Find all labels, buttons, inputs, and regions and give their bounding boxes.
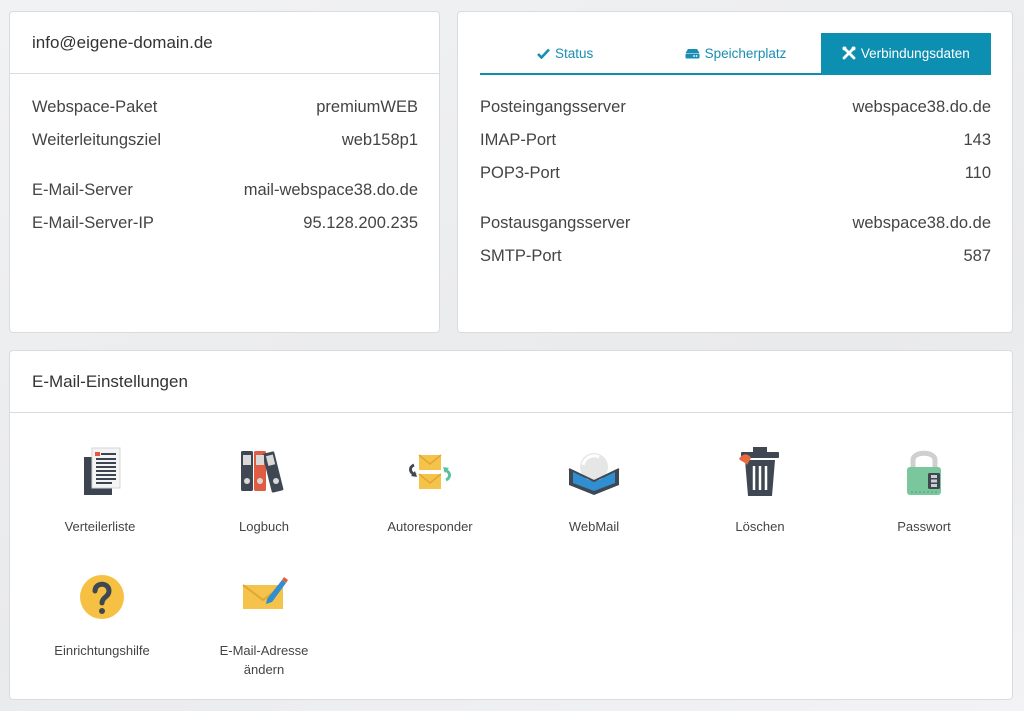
info-row-weiterleitungsziel: Weiterleitungsziel web158p1 bbox=[32, 131, 418, 150]
tile-label: Autoresponder bbox=[387, 519, 473, 534]
tile-label: Logbuch bbox=[239, 519, 289, 534]
info-value: 143 bbox=[963, 131, 991, 149]
info-row-webspace-paket: Webspace-Paket premiumWEB bbox=[32, 98, 418, 117]
help-icon bbox=[80, 575, 124, 619]
tile-autoresponder[interactable]: Autoresponder bbox=[340, 443, 520, 536]
info-row-pop3-port: POP3-Port 110 bbox=[480, 164, 991, 183]
tab-label: Status bbox=[555, 45, 594, 61]
info-label: Weiterleitungsziel bbox=[32, 131, 162, 149]
info-row-posteingangsserver: Posteingangsserver webspace38.do.de bbox=[480, 98, 991, 117]
tile-verteilerliste[interactable]: Verteilerliste bbox=[10, 443, 190, 536]
info-row-email-server: E-Mail-Server mail-webspace38.do.de bbox=[32, 181, 418, 200]
account-email-title: info@eigene-domain.de bbox=[10, 12, 439, 74]
tab-label: Verbindungsdaten bbox=[860, 45, 970, 61]
account-card: info@eigene-domain.de Webspace-Paket pre… bbox=[9, 11, 440, 333]
info-row-postausgangsserver: Postausgangsserver webspace38.do.de bbox=[480, 214, 991, 233]
webmail-icon bbox=[568, 453, 620, 495]
tile-label: E-Mail-Adresse ändern bbox=[219, 643, 309, 677]
envelope-edit-icon bbox=[242, 577, 288, 609]
tile-label: WebMail bbox=[568, 519, 620, 534]
tab-status[interactable]: Status bbox=[480, 33, 650, 73]
tile-label: Verteilerliste bbox=[64, 519, 136, 534]
tile-einrichtungshilfe[interactable]: Einrichtungshilfe bbox=[12, 567, 192, 660]
info-label: IMAP-Port bbox=[480, 131, 557, 149]
tab-speicherplatz[interactable]: Speicherplatz bbox=[650, 33, 820, 73]
tools-icon bbox=[842, 46, 856, 60]
tile-logbuch[interactable]: Logbuch bbox=[174, 443, 354, 536]
info-value: 587 bbox=[963, 247, 991, 265]
settings-title: E-Mail-Einstellungen bbox=[10, 351, 1012, 413]
tab-bar: Status Speicherplatz Verbindungsdaten bbox=[480, 33, 991, 75]
info-value: web158p1 bbox=[341, 131, 418, 149]
info-label: Postausgangsserver bbox=[480, 214, 631, 232]
tile-passwort[interactable]: Passwort bbox=[834, 443, 1014, 536]
info-row-smtp-port: SMTP-Port 587 bbox=[480, 247, 991, 266]
envelope-swap-icon bbox=[409, 454, 451, 489]
tile-email-adresse-aendern[interactable]: E-Mail-Adresse ändern bbox=[174, 567, 354, 679]
binders-icon bbox=[241, 451, 284, 493]
info-value: mail-webspace38.do.de bbox=[243, 181, 418, 199]
info-value: webspace38.do.de bbox=[852, 214, 991, 232]
info-value: 110 bbox=[964, 164, 991, 182]
document-list-icon bbox=[84, 447, 121, 495]
info-row-imap-port: IMAP-Port 143 bbox=[480, 131, 991, 150]
info-value: premiumWEB bbox=[316, 98, 418, 116]
tile-loeschen[interactable]: Löschen bbox=[670, 443, 850, 536]
email-settings-card: E-Mail-Einstellungen Verteilerliste Logb… bbox=[9, 350, 1013, 700]
info-label: Webspace-Paket bbox=[32, 98, 158, 116]
tile-label: Passwort bbox=[897, 519, 951, 534]
info-label: Posteingangsserver bbox=[480, 98, 626, 116]
check-icon bbox=[537, 48, 550, 59]
padlock-icon bbox=[907, 450, 941, 495]
info-label: E-Mail-Server-IP bbox=[32, 214, 154, 232]
tab-label: Speicherplatz bbox=[704, 45, 787, 61]
tile-label: Löschen bbox=[735, 519, 785, 534]
info-value: 95.128.200.235 bbox=[303, 214, 418, 232]
storage-icon bbox=[685, 48, 700, 58]
info-label: SMTP-Port bbox=[480, 247, 562, 265]
info-label: POP3-Port bbox=[480, 164, 560, 182]
trash-icon bbox=[739, 447, 779, 496]
connection-card: Status Speicherplatz Verbindungsdaten Po… bbox=[457, 11, 1013, 333]
tile-label: Einrichtungshilfe bbox=[54, 643, 150, 658]
info-label: E-Mail-Server bbox=[32, 181, 133, 199]
info-row-email-server-ip: E-Mail-Server-IP 95.128.200.235 bbox=[32, 214, 418, 233]
tab-verbindungsdaten[interactable]: Verbindungsdaten bbox=[820, 33, 991, 73]
tile-webmail[interactable]: WebMail bbox=[504, 443, 684, 536]
info-value: webspace38.do.de bbox=[852, 98, 991, 116]
